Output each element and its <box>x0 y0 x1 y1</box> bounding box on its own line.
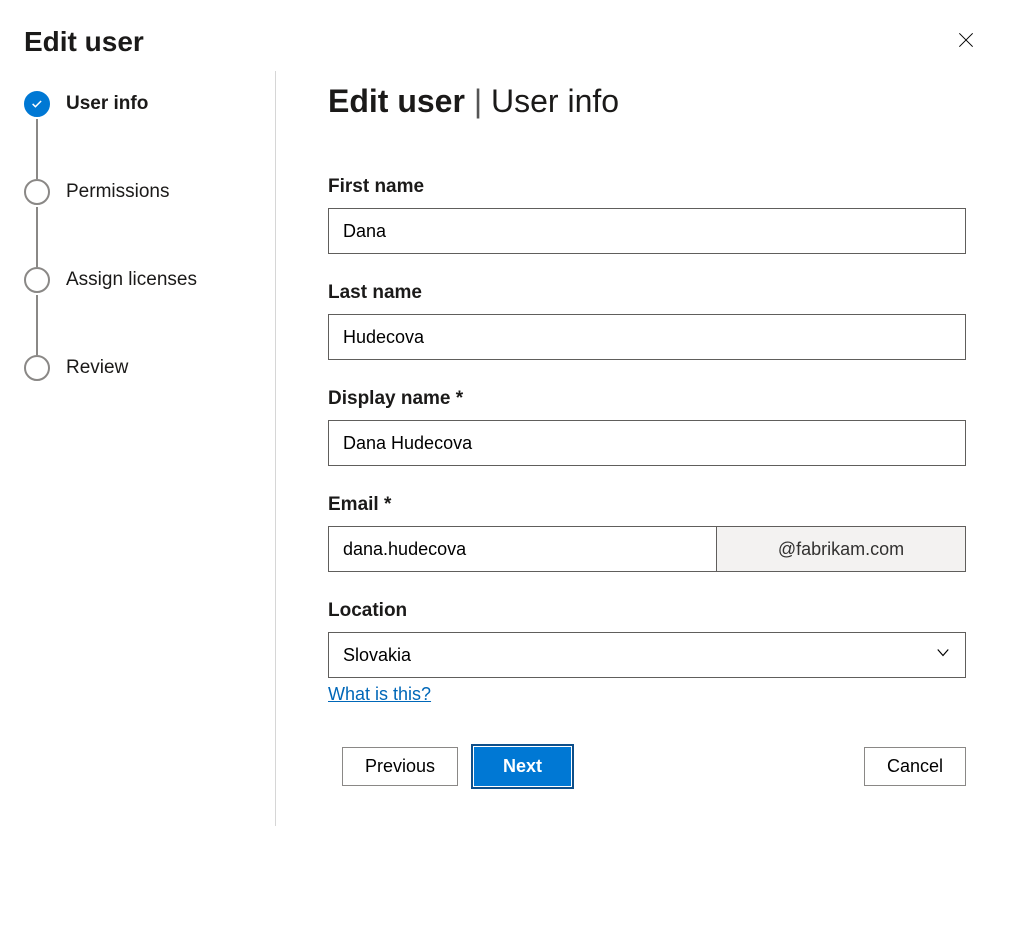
step-label: User info <box>66 93 148 115</box>
panel-title: Edit user <box>24 26 144 58</box>
step-label: Permissions <box>66 181 169 203</box>
step-assign-licenses[interactable]: Assign licenses <box>24 267 251 355</box>
step-permissions[interactable]: Permissions <box>24 179 251 267</box>
cancel-button[interactable]: Cancel <box>864 747 966 786</box>
display-name-input[interactable] <box>328 420 966 466</box>
close-button[interactable] <box>950 24 982 59</box>
last-name-label: Last name <box>328 282 966 304</box>
email-domain-display: @fabrikam.com <box>716 526 966 572</box>
step-indicator-icon <box>24 91 50 117</box>
step-review[interactable]: Review <box>24 355 251 381</box>
first-name-input[interactable] <box>328 208 966 254</box>
display-name-label: Display name * <box>328 388 966 410</box>
content-title: Edit user | User info <box>328 83 966 120</box>
next-button[interactable]: Next <box>474 747 571 786</box>
previous-button[interactable]: Previous <box>342 747 458 786</box>
close-icon <box>956 30 976 53</box>
first-name-label: First name <box>328 176 966 198</box>
step-label: Assign licenses <box>66 269 197 291</box>
email-local-input[interactable] <box>328 526 716 572</box>
wizard-stepper: User info Permissions Assign licenses Re… <box>24 71 276 826</box>
step-indicator-icon <box>24 179 50 205</box>
step-indicator-icon <box>24 355 50 381</box>
location-help-link[interactable]: What is this? <box>328 684 431 705</box>
step-user-info[interactable]: User info <box>24 91 251 179</box>
email-label: Email * <box>328 494 966 516</box>
location-select[interactable]: Slovakia <box>328 632 966 678</box>
step-indicator-icon <box>24 267 50 293</box>
step-label: Review <box>66 357 128 379</box>
location-label: Location <box>328 600 966 622</box>
last-name-input[interactable] <box>328 314 966 360</box>
